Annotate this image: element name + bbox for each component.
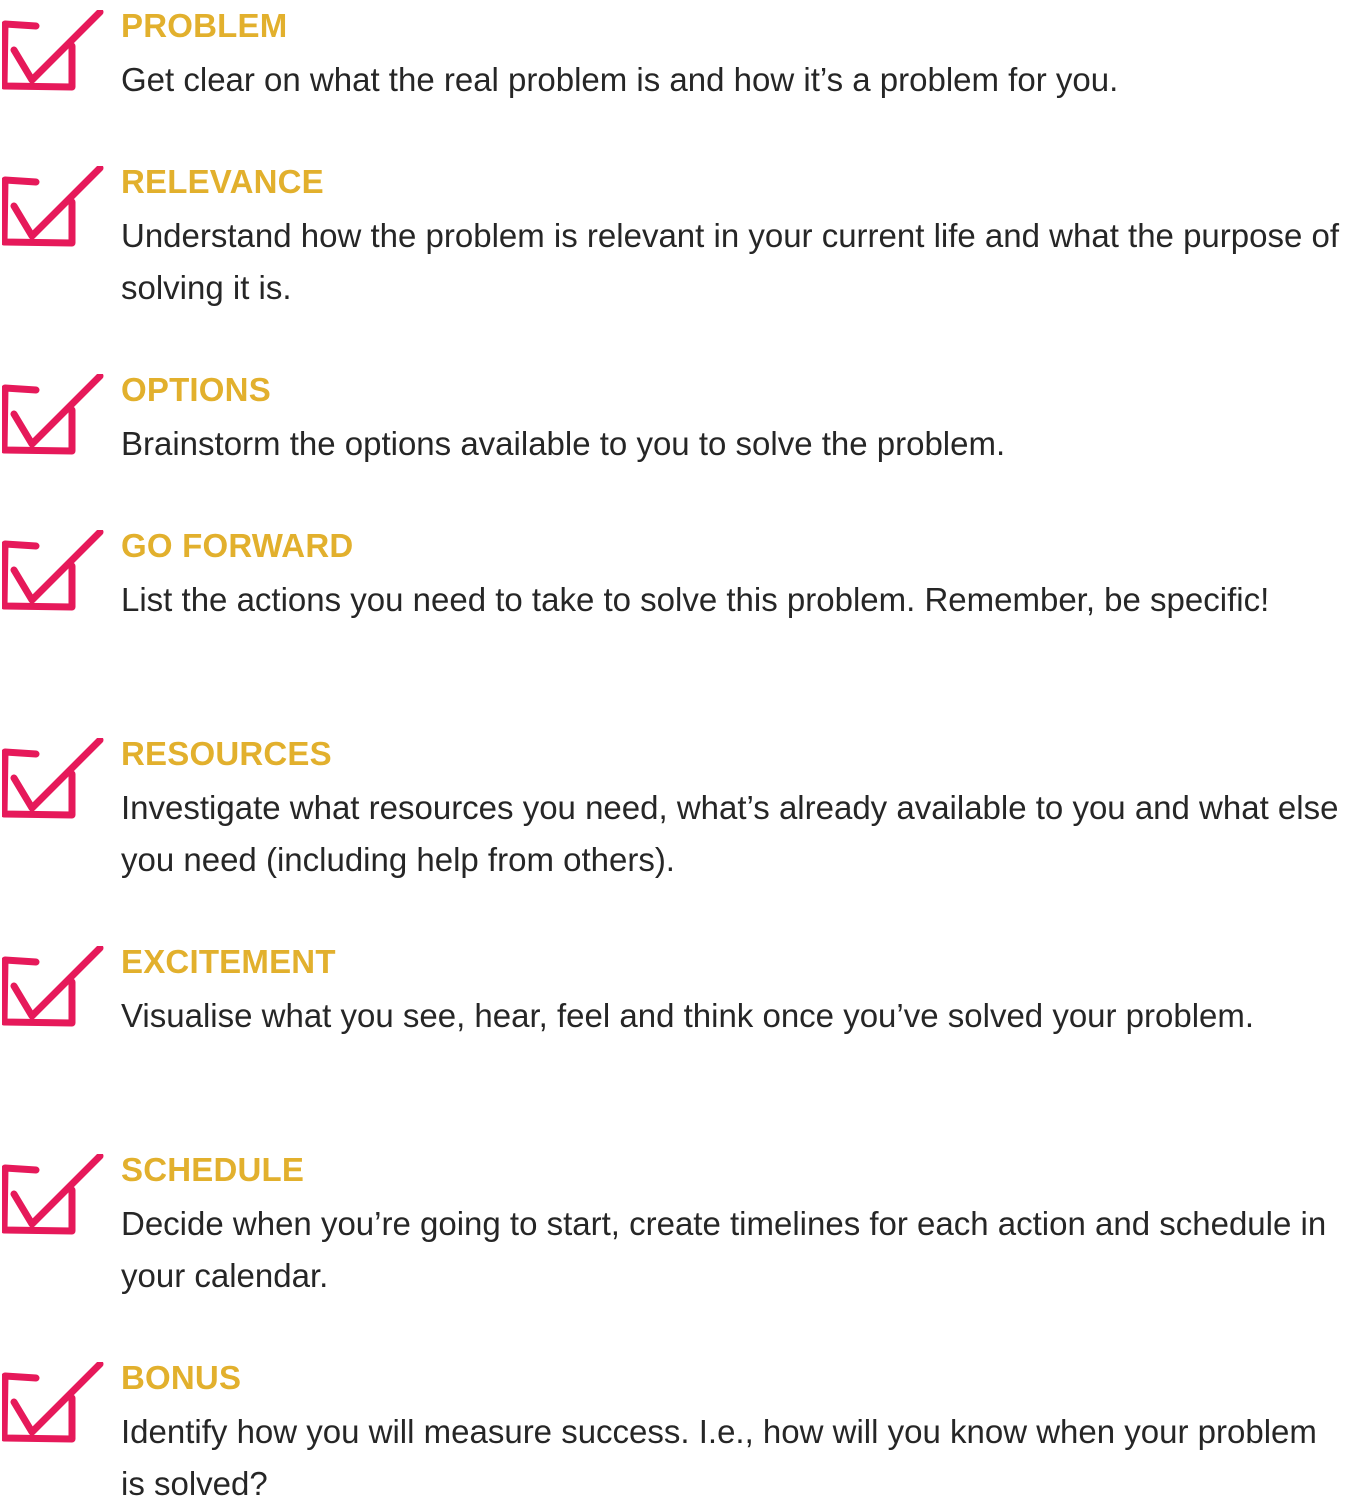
item-heading: SCHEDULE: [121, 1151, 305, 1188]
checkbox-checked-icon: [2, 166, 104, 250]
item-heading: RELEVANCE: [121, 163, 324, 200]
item-description: Visualise what you see, hear, feel and t…: [121, 997, 1255, 1034]
item-heading: RESOURCES: [121, 735, 332, 772]
item-heading: OPTIONS: [121, 371, 271, 408]
checkbox-checked-icon: [2, 738, 104, 822]
item-description: Decide when you’re going to start, creat…: [121, 1205, 1327, 1294]
item-heading: EXCITEMENT: [121, 943, 336, 980]
item-description: Identify how you will measure success. I…: [121, 1413, 1317, 1502]
checkbox-checked-icon: [2, 10, 104, 94]
checkbox-checked-icon: [2, 374, 104, 458]
checkbox-checked-icon: [2, 1154, 104, 1238]
item-description: Investigate what resources you need, wha…: [121, 789, 1339, 878]
checkbox-checked-icon: [2, 1362, 104, 1446]
item-heading: PROBLEM: [121, 7, 288, 44]
item-heading: BONUS: [121, 1359, 242, 1396]
item-description: Understand how the problem is relevant i…: [121, 217, 1340, 306]
checkbox-checked-icon: [2, 946, 104, 1030]
item-heading: GO FORWARD: [121, 527, 354, 564]
checkbox-checked-icon: [2, 530, 104, 614]
item-description: Brainstorm the options available to you …: [121, 425, 1006, 462]
item-description: Get clear on what the real problem is an…: [121, 61, 1119, 98]
item-description: List the actions you need to take to sol…: [121, 581, 1270, 618]
